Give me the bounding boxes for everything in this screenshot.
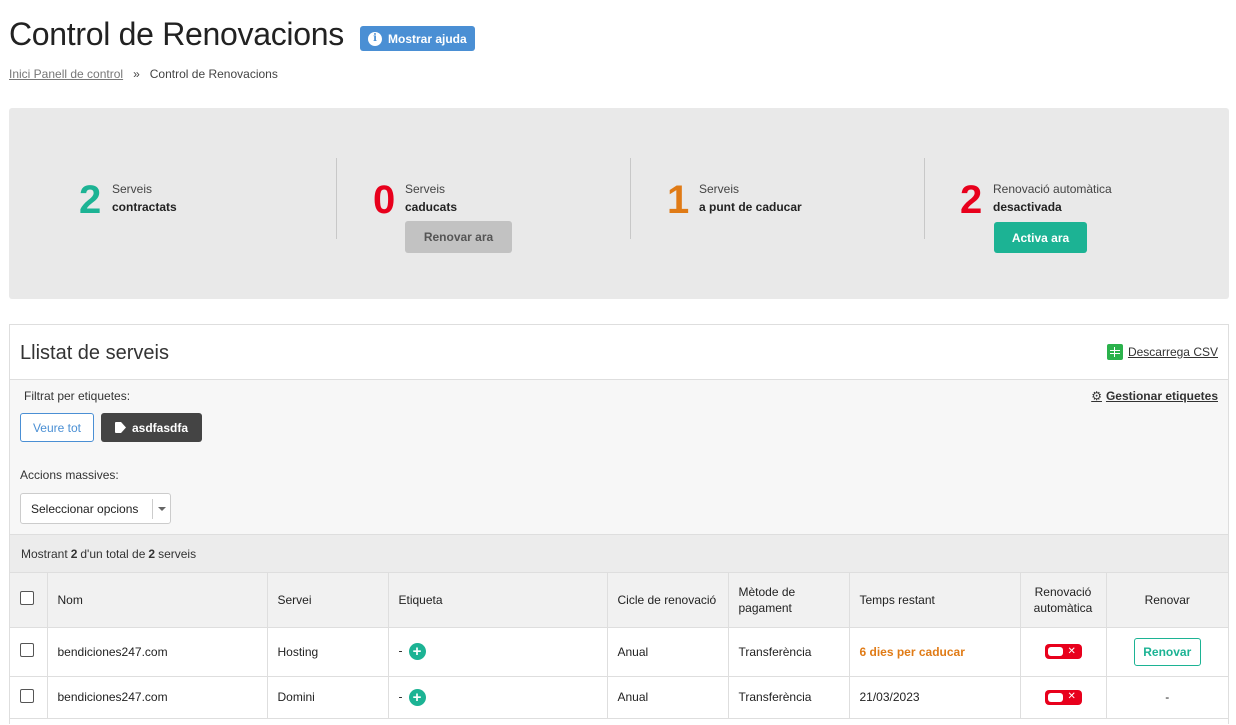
stat-autorenew-line2: desactivada bbox=[993, 200, 1062, 214]
showing-mid: d'un total de bbox=[80, 546, 146, 561]
gear-icon: ⚙ bbox=[1091, 389, 1102, 403]
toggle-knob bbox=[1047, 647, 1063, 656]
stat-autorenew-number: 2 bbox=[960, 178, 983, 222]
header-service[interactable]: Servei bbox=[267, 573, 389, 628]
showing-suffix: serveis bbox=[158, 546, 197, 561]
services-table: Nom Servei Etiqueta Cicle de renovació M… bbox=[10, 573, 1228, 719]
close-icon: ✕ bbox=[1067, 691, 1076, 702]
download-csv-label: Descarrega CSV bbox=[1127, 345, 1218, 359]
row-payment: Transferència bbox=[728, 627, 850, 677]
row-checkbox[interactable] bbox=[20, 643, 34, 657]
row-service: Hosting bbox=[267, 627, 389, 677]
row-renew-cell: Renovar bbox=[1106, 627, 1228, 677]
mass-actions-value: Seleccionar opcions bbox=[31, 501, 139, 516]
tag-filter-button[interactable]: asdfasdfa bbox=[101, 413, 202, 442]
filter-area: Filtrat per etiquetes: ⚙ Gestionar etiqu… bbox=[10, 380, 1228, 535]
breadcrumb-home-link[interactable]: Inici Panell de control bbox=[9, 67, 123, 81]
stat-autorenew: 2 Renovació automàtica desactivada Activ… bbox=[925, 108, 1229, 299]
toggle-knob bbox=[1047, 692, 1063, 702]
stat-expired-number: 0 bbox=[373, 178, 396, 222]
showing-count: 2 bbox=[70, 546, 78, 561]
stat-contracted-number: 2 bbox=[79, 178, 102, 222]
row-renew: - bbox=[1106, 676, 1228, 719]
add-tag-icon[interactable]: + bbox=[408, 688, 426, 706]
header-payment[interactable]: Mètode de pagament bbox=[728, 573, 850, 628]
breadcrumb: Inici Panell de control » Control de Ren… bbox=[9, 67, 278, 81]
stat-expired-line2: caducats bbox=[405, 200, 458, 214]
row-select-cell bbox=[10, 627, 48, 677]
header-autorenew: Renovació automàtica bbox=[1020, 573, 1107, 628]
mass-actions-select[interactable]: Seleccionar opcions bbox=[20, 493, 171, 524]
renew-now-button[interactable]: Renovar ara bbox=[405, 221, 512, 253]
info-icon: i bbox=[368, 31, 382, 46]
activate-now-button[interactable]: Activa ara bbox=[994, 222, 1087, 253]
showing-total: 2 bbox=[148, 546, 156, 561]
table-row: bendiciones247.com Domini - + Anual Trans… bbox=[10, 676, 1228, 719]
stat-contracted-line2: contractats bbox=[112, 200, 177, 214]
show-help-button[interactable]: i Mostrar ajuda bbox=[360, 26, 475, 51]
autorenew-toggle[interactable]: ✕ bbox=[1044, 689, 1082, 705]
breadcrumb-current: Control de Renovacions bbox=[149, 67, 278, 81]
manage-tags-label: Gestionar etiquetes bbox=[1105, 389, 1218, 403]
spreadsheet-icon bbox=[1106, 344, 1123, 360]
stat-expiring-number: 1 bbox=[667, 178, 690, 222]
header-tag: Etiqueta bbox=[388, 573, 608, 628]
header-cycle[interactable]: Cicle de renovació bbox=[607, 573, 729, 628]
manage-tags-link[interactable]: ⚙ Gestionar etiquetes bbox=[1091, 389, 1218, 403]
stats-panel: 2 Serveis contractats 0 Serveis caducats… bbox=[9, 108, 1229, 299]
row-tag-cell: - + bbox=[388, 676, 608, 719]
row-tag-cell: - + bbox=[388, 627, 608, 677]
row-name: bendiciones247.com bbox=[47, 676, 268, 719]
renew-button[interactable]: Renovar bbox=[1133, 637, 1201, 666]
row-select-cell bbox=[10, 676, 48, 719]
row-payment: Transferència bbox=[728, 676, 850, 719]
row-tag: - bbox=[398, 643, 403, 658]
showing-prefix: Mostrant bbox=[21, 546, 68, 561]
services-list-header: Llistat de serveis Descarrega CSV bbox=[10, 325, 1228, 380]
stat-contracted: 2 Serveis contractats bbox=[9, 108, 337, 299]
row-cycle: Anual bbox=[607, 676, 729, 719]
breadcrumb-separator: » bbox=[133, 67, 140, 81]
tag-icon bbox=[114, 422, 126, 433]
see-all-button[interactable]: Veure tot bbox=[20, 413, 94, 442]
chevron-down-icon bbox=[153, 507, 170, 511]
header-name[interactable]: Nom bbox=[47, 573, 268, 628]
download-csv-link[interactable]: Descarrega CSV bbox=[1106, 344, 1218, 360]
autorenew-toggle[interactable]: ✕ bbox=[1044, 644, 1082, 659]
add-tag-icon[interactable]: + bbox=[408, 643, 426, 660]
results-count: Mostrant 2 d'un total de 2 serveis bbox=[10, 535, 1228, 573]
stat-autorenew-line1: Renovació automàtica bbox=[993, 182, 1112, 196]
row-tag: - bbox=[398, 689, 403, 704]
services-list-card: Llistat de serveis Descarrega CSV Filtra… bbox=[9, 324, 1229, 724]
show-help-label: Mostrar ajuda bbox=[388, 31, 467, 46]
row-remaining: 21/03/2023 bbox=[849, 676, 1021, 719]
row-name: bendiciones247.com bbox=[47, 627, 268, 677]
table-header-row: Nom Servei Etiqueta Cicle de renovació M… bbox=[10, 573, 1228, 628]
stat-expired-line1: Serveis bbox=[405, 182, 446, 196]
header-select-all bbox=[10, 573, 48, 628]
stat-expiring: 1 Serveis a punt de caducar bbox=[631, 108, 925, 299]
filter-label: Filtrat per etiquetes: bbox=[24, 389, 131, 403]
row-remaining: 6 dies per caducar bbox=[849, 627, 1021, 677]
header-remaining[interactable]: Temps restant bbox=[849, 573, 1021, 628]
select-all-checkbox[interactable] bbox=[20, 590, 34, 605]
header-renew: Renovar bbox=[1106, 573, 1228, 628]
close-icon: ✕ bbox=[1067, 645, 1076, 657]
table-row: bendiciones247.com Hosting - + Anual Tran… bbox=[10, 627, 1228, 677]
row-autorenew-cell: ✕ bbox=[1020, 627, 1107, 677]
stat-expired: 0 Serveis caducats Renovar ara bbox=[337, 108, 631, 299]
tag-filter-label: asdfasdfa bbox=[131, 420, 189, 435]
page-title: Control de Renovacions bbox=[9, 16, 344, 52]
stat-expiring-line1: Serveis bbox=[699, 182, 740, 196]
stat-contracted-line1: Serveis bbox=[112, 182, 153, 196]
services-list-title: Llistat de serveis bbox=[20, 342, 169, 364]
row-checkbox[interactable] bbox=[20, 688, 34, 703]
row-service: Domini bbox=[267, 676, 389, 719]
stat-expiring-line2: a punt de caducar bbox=[699, 200, 802, 214]
mass-actions-label: Accions massives: bbox=[20, 468, 119, 482]
row-autorenew-cell: ✕ bbox=[1020, 676, 1107, 719]
row-cycle: Anual bbox=[607, 627, 729, 677]
